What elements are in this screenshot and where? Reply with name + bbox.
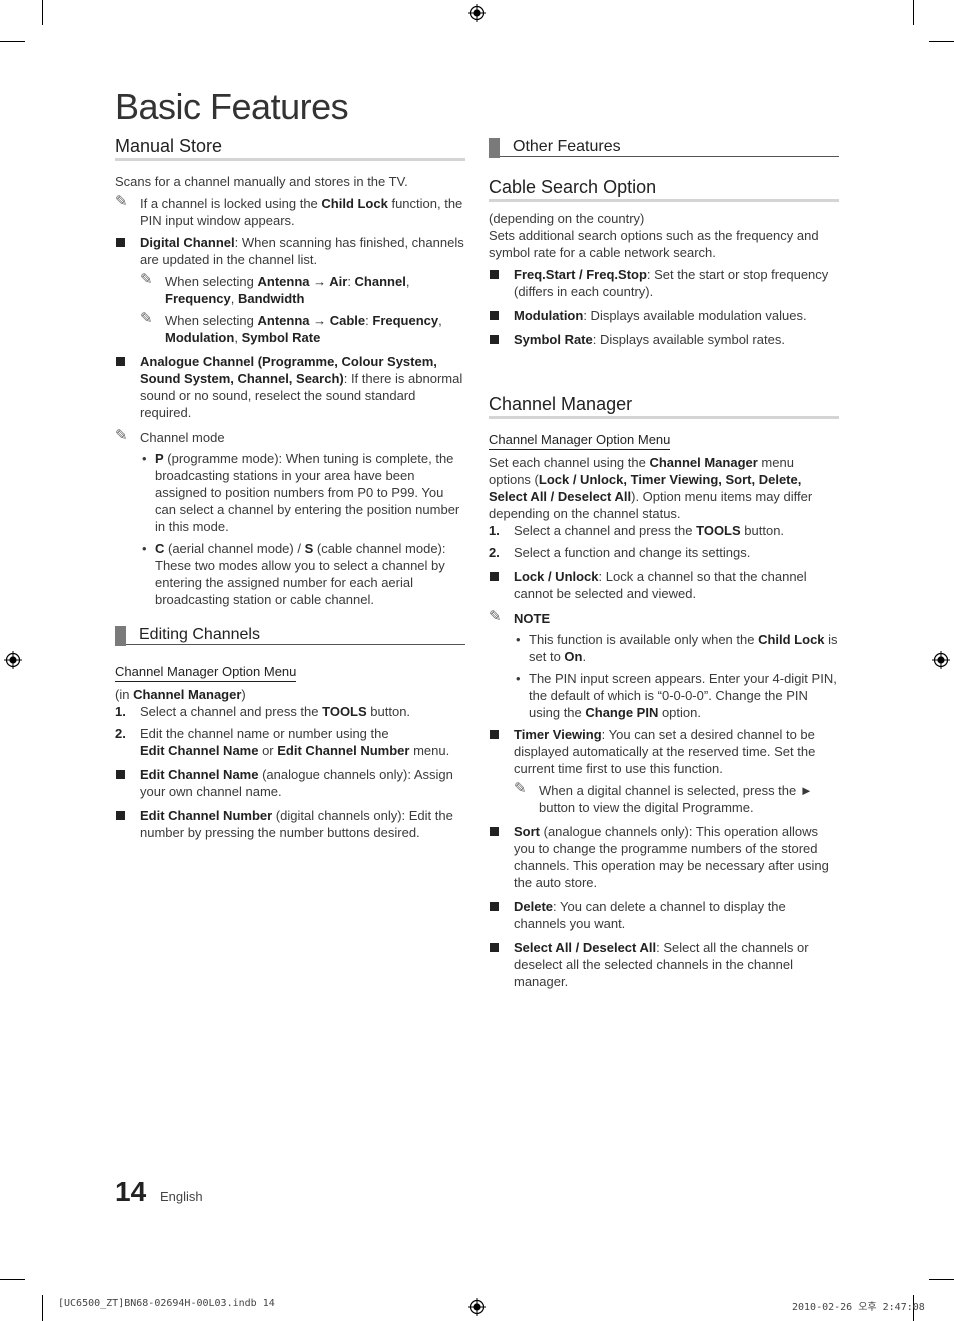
note-antenna-air: ✎ When selecting Antenna → Air: Channel,…: [140, 271, 410, 306]
square-bullet-icon: [490, 730, 499, 739]
list-item-select-all: Select All / Deselect All: Select all th…: [489, 939, 839, 990]
registration-mark-icon: [468, 1298, 486, 1316]
list-item-analogue-channel: Analogue Channel (Programme, Colour Syst…: [115, 353, 465, 421]
crop-mark: [42, 1295, 43, 1321]
list-item-sort: Sort (analogue channels only): This oper…: [489, 823, 839, 891]
menu-title-channel-manager-option: Channel Manager Option Menu: [489, 431, 671, 450]
square-bullet-icon: [490, 572, 499, 581]
square-bullet-icon: [490, 943, 499, 952]
pencil-note-icon: ✎: [115, 193, 128, 210]
step-2: 2. Edit the channel name or number using …: [115, 726, 450, 758]
bullet-dot-icon: •: [516, 632, 521, 647]
pencil-note-icon: ✎: [514, 780, 527, 797]
square-bullet-icon: [116, 770, 125, 779]
bullet-dot-icon: •: [516, 671, 521, 686]
square-bullet-icon: [116, 811, 125, 820]
list-item-delete: Delete: You can delete a channel to disp…: [489, 898, 839, 932]
note-child-lock: ✎ If a channel is locked using the Child…: [115, 193, 463, 228]
registration-mark-icon: [4, 651, 22, 669]
bullet-cs-mode: • C (aerial channel mode) / S (cable cha…: [142, 541, 446, 607]
step-2: 2. Select a function and change its setti…: [489, 545, 751, 560]
square-bullet-icon: [490, 335, 499, 344]
page-language: English: [160, 1189, 203, 1204]
list-item-freq: Freq.Start / Freq.Stop: Set the start or…: [489, 266, 839, 300]
left-column: Manual Store Scans for a channel manuall…: [115, 137, 465, 841]
list-item-digital-channel: Digital Channel: When scanning has finis…: [115, 234, 465, 346]
square-bullet-icon: [490, 902, 499, 911]
list-item-lock-unlock: Lock / Unlock: Lock a channel so that th…: [489, 568, 839, 602]
pencil-note-icon: ✎: [140, 271, 153, 288]
cable-search-intro: Sets additional search options such as t…: [489, 228, 819, 260]
crop-mark: [929, 1279, 954, 1280]
registration-mark-icon: [932, 651, 950, 669]
menu-title-channel-manager-option: Channel Manager Option Menu: [115, 663, 297, 682]
section-heading-cable-search: Cable Search Option: [489, 178, 839, 202]
print-slug-timestamp: 2010-02-26 오후 2:47:08: [792, 1302, 925, 1313]
print-slug-file: [UC6500_ZT]BN68-02694H-00L03.indb 14: [58, 1298, 275, 1309]
channel-manager-intro: Set each channel using the Channel Manag…: [489, 455, 813, 521]
crop-mark: [929, 41, 954, 42]
note-antenna-cable: ✎ When selecting Antenna → Cable: Freque…: [140, 310, 442, 345]
note-channel-mode: ✎ Channel mode • P (programme mode): Whe…: [115, 427, 465, 608]
list-item-edit-channel-number: Edit Channel Number (digital channels on…: [115, 807, 465, 841]
step-1: 1. Select a channel and press the TOOLS b…: [115, 704, 411, 719]
bullet-pin: • The PIN input screen appears. Enter you…: [516, 671, 837, 720]
registration-mark-icon: [468, 4, 486, 22]
step-1: 1. Select a channel and press the TOOLS b…: [489, 523, 785, 538]
square-bullet-icon: [490, 270, 499, 279]
square-bullet-icon: [490, 311, 499, 320]
list-item-edit-channel-name: Edit Channel Name (analogue channels onl…: [115, 766, 465, 800]
square-bullet-icon: [116, 357, 125, 366]
list-item-timer-viewing: Timer Viewing: You can set a desired cha…: [489, 726, 839, 816]
crop-mark: [42, 0, 43, 25]
page-number: 14: [115, 1176, 147, 1207]
section-heading-manual-store: Manual Store: [115, 137, 465, 161]
pencil-note-icon: ✎: [489, 608, 502, 625]
page-title: Basic Features: [115, 86, 349, 127]
list-item-symbol-rate: Symbol Rate: Displays available symbol r…: [489, 331, 839, 348]
manual-store-intro: Scans for a channel manually and stores …: [115, 174, 408, 189]
pencil-note-icon: ✎: [140, 310, 153, 327]
note-lock: ✎ NOTE • This function is available only …: [489, 608, 838, 720]
section-heading-channel-manager: Channel Manager: [489, 395, 839, 419]
crop-mark: [913, 0, 914, 25]
section-heading-editing-channels: Editing Channels: [115, 626, 465, 646]
square-bullet-icon: [116, 238, 125, 247]
in-channel-manager: (in Channel Manager): [115, 687, 246, 702]
crop-mark: [0, 41, 25, 42]
bullet-child-lock: • This function is available only when th…: [516, 632, 838, 664]
crop-mark: [0, 1279, 25, 1280]
square-bullet-icon: [490, 827, 499, 836]
bullet-dot-icon: •: [142, 541, 147, 556]
pencil-note-icon: ✎: [115, 427, 128, 444]
list-item-modulation: Modulation: Displays available modulatio…: [489, 307, 839, 324]
cable-search-note: (depending on the country): [489, 211, 645, 226]
bullet-dot-icon: •: [142, 451, 147, 466]
note-digital-channel: ✎ When a digital channel is selected, pre…: [514, 780, 813, 815]
right-column: Other Features Cable Search Option (depe…: [489, 138, 839, 990]
heading-bar-icon: [115, 626, 126, 646]
heading-bar-icon: [489, 138, 500, 158]
section-heading-other-features: Other Features: [489, 138, 839, 158]
bullet-p-mode: • P (programme mode): When tuning is com…: [142, 451, 460, 534]
